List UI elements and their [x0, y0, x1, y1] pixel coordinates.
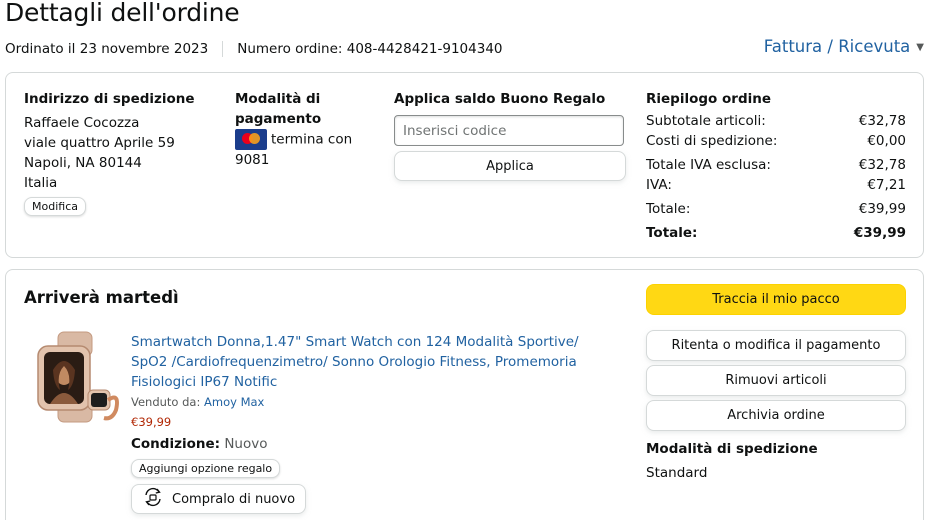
add-gift-option-button[interactable]: Aggiungi opzione regalo [131, 459, 281, 478]
seller-link[interactable]: Amoy Max [204, 395, 264, 409]
summary-row-shipping: Costi di spedizione: €0,00 [646, 131, 906, 151]
summary-value: €0,00 [867, 133, 906, 149]
summary-label: Costi di spedizione: [646, 133, 778, 149]
delivery-heading: Arriverà martedì [24, 288, 179, 307]
condition-value: Nuovo [224, 436, 268, 452]
shipping-method-heading: Modalità di spedizione [646, 441, 818, 457]
address-street: viale quattro Aprile 59 [24, 135, 175, 151]
summary-label: Totale IVA esclusa: [646, 157, 771, 173]
product-image[interactable] [28, 330, 120, 424]
summary-row-net: Totale IVA esclusa: €32,78 [646, 155, 906, 175]
shipping-method-value: Standard [646, 465, 708, 481]
invoice-link[interactable]: Fattura / Ricevuta ▼ [764, 37, 924, 56]
edit-address-button[interactable]: Modifica [24, 197, 86, 216]
product-price: €39,99 [131, 415, 172, 429]
order-number: Numero ordine: 408-4428421-9104340 [237, 41, 503, 57]
address-city: Napoli, NA 80144 [24, 155, 142, 171]
order-date: Ordinato il 23 novembre 2023 [5, 41, 209, 57]
summary-value: €32,78 [858, 113, 906, 129]
summary-value: €39,99 [858, 201, 906, 217]
payment-heading: Modalità di pagamento [235, 91, 322, 127]
order-meta: Ordinato il 23 novembre 2023 Numero ordi… [5, 41, 503, 57]
product-details: Smartwatch Donna,1.47" Smart Watch con 1… [131, 332, 611, 514]
retry-payment-button[interactable]: Ritenta o modifica il pagamento [646, 330, 906, 361]
buy-again-label: Compralo di nuovo [172, 491, 296, 507]
shipment-box: Arriverà martedì Smartwatch Donna,1.47" … [5, 269, 924, 520]
address-country: Italia [24, 175, 58, 191]
archive-order-button[interactable]: Archivia ordine [646, 400, 906, 431]
summary-value: €7,21 [867, 177, 906, 193]
seller-info: Venduto da: Amoy Max [131, 394, 611, 411]
order-summary: Riepilogo ordine Subtotale articoli: €32… [646, 89, 906, 243]
summary-value: €39,99 [853, 225, 906, 241]
order-actions: Traccia il mio pacco Ritenta o modifica … [646, 284, 906, 483]
page-title: Dettagli dell'ordine [5, 0, 240, 27]
chevron-down-icon: ▼ [916, 42, 924, 53]
summary-heading: Riepilogo ordine [646, 91, 772, 107]
gift-code-input[interactable] [394, 115, 624, 146]
summary-value: €32,78 [858, 157, 906, 173]
summary-row-vat: IVA: €7,21 [646, 175, 906, 195]
summary-row-grand-total: Totale: €39,99 [646, 223, 906, 243]
shipping-address: Indirizzo di spedizione Raffaele Cocozza… [24, 89, 214, 216]
sold-by-label: Venduto da: [131, 395, 201, 409]
buy-again-icon [142, 486, 164, 512]
summary-label: Subtotale articoli: [646, 113, 766, 129]
summary-row-subtotal: Subtotale articoli: €32,78 [646, 111, 906, 131]
product-condition: Condizione: Nuovo [131, 434, 611, 454]
order-info-box: Indirizzo di spedizione Raffaele Cocozza… [5, 72, 924, 258]
remove-items-button[interactable]: Rimuovi articoli [646, 365, 906, 396]
condition-label: Condizione: [131, 436, 221, 452]
shipping-address-heading: Indirizzo di spedizione [24, 91, 195, 107]
summary-row-total: Totale: €39,99 [646, 199, 906, 219]
buy-again-button[interactable]: Compralo di nuovo [131, 484, 307, 514]
gift-card-section: Applica saldo Buono Regalo Applica [394, 89, 626, 181]
product-title-link[interactable]: Smartwatch Donna,1.47" Smart Watch con 1… [131, 332, 611, 392]
meta-divider [222, 41, 224, 57]
mastercard-icon [235, 129, 267, 150]
invoice-link-label: Fattura / Ricevuta [763, 37, 911, 56]
address-name: Raffaele Cocozza [24, 115, 140, 131]
apply-gift-button[interactable]: Applica [394, 151, 626, 181]
track-package-button[interactable]: Traccia il mio pacco [646, 284, 906, 315]
payment-method: Modalità di pagamento termina con 9081 [235, 89, 375, 170]
gift-card-heading: Applica saldo Buono Regalo [394, 91, 606, 107]
summary-label: IVA: [646, 177, 672, 193]
summary-label: Totale: [646, 201, 691, 217]
summary-label: Totale: [646, 225, 698, 241]
